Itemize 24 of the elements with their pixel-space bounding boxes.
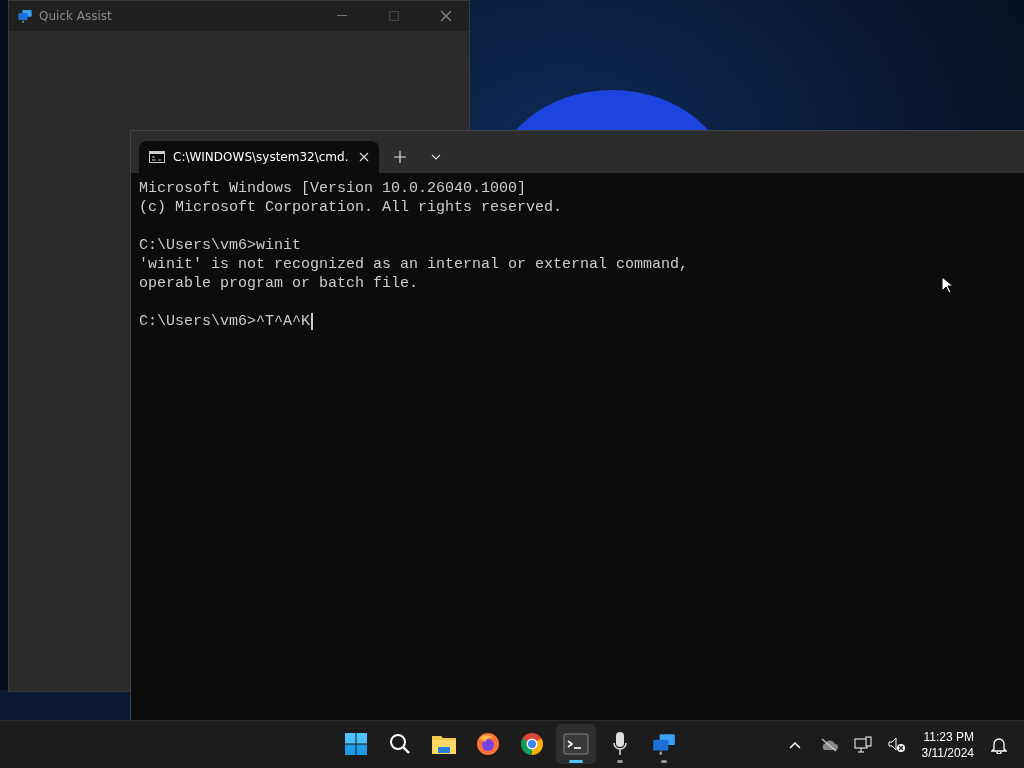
browser-ball-icon [520, 732, 544, 756]
chevron-down-icon[interactable] [431, 154, 441, 160]
terminal-icon [563, 733, 589, 755]
monitors-icon [17, 8, 33, 24]
start-icon [344, 732, 368, 756]
fox-globe-icon [476, 732, 500, 756]
console-text: C:\Users\vm6>winit [139, 236, 302, 255]
mouse-pointer-icon [941, 276, 953, 294]
console-text: C:\Users\vm6>^T^A^K [139, 312, 311, 331]
folder-icon [431, 733, 457, 755]
console-icon [149, 151, 165, 163]
monitors-icon [651, 731, 677, 757]
console-text: 'winit' is not recognized as an internal or external command, [139, 255, 689, 274]
console-text: operable program or batch file. [139, 274, 419, 293]
console-text: Microsoft Windows [Version 10.0.26040.1000] [139, 179, 527, 198]
window-title: Quick Assist [39, 9, 112, 23]
plus-icon[interactable] [394, 151, 406, 163]
taskbar-app[interactable] [556, 724, 596, 764]
console-text: (c) Microsoft Corporation. All rights reserved. [139, 198, 563, 217]
microphone-icon [612, 731, 628, 757]
search-icon [389, 733, 411, 755]
terminal-tab[interactable]: C:\WINDOWS\system32\cmd. [139, 141, 379, 173]
clock[interactable]: 11:23 PM 3/11/2024 [915, 729, 980, 761]
minimize-icon[interactable] [337, 15, 347, 17]
